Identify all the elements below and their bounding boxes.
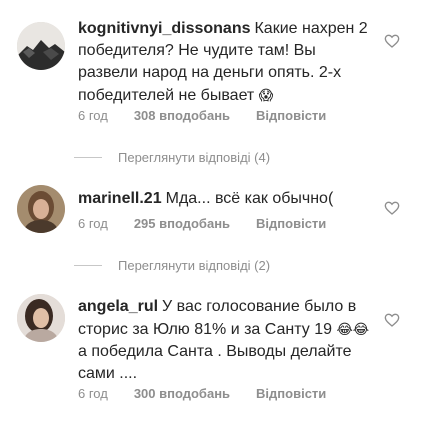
reply-button[interactable]: Відповісти (256, 386, 326, 401)
comment-username[interactable]: marinell.21 (78, 190, 162, 207)
comment-time: 6 год (78, 386, 108, 401)
comment-likes[interactable]: 295 вподобань (134, 216, 230, 231)
person-avatar-icon[interactable] (17, 185, 65, 233)
heart-outline-icon[interactable] (384, 312, 400, 328)
divider (74, 264, 102, 266)
comment-body: angela_rul У вас голосование было в стори… (78, 296, 370, 385)
comment-body: kognitivnyi_dissonans Какие нахрен 2 побе… (78, 18, 370, 107)
view-replies-label: Переглянути відповіді (2) (118, 257, 271, 273)
comment-text: Мда... всё как обычно( (165, 190, 334, 207)
heart-outline-icon[interactable] (384, 33, 400, 49)
comment-meta: 6 год 295 вподобань Відповісти (78, 216, 352, 231)
comment-likes[interactable]: 300 вподобань (134, 386, 230, 401)
laughing-emoji-icon: 😂😂 (336, 321, 370, 337)
comment-username[interactable]: kognitivnyi_dissonans (78, 20, 250, 37)
person-avatar-icon[interactable] (17, 294, 65, 342)
comment-body: marinell.21 Мда... всё как обычно( (78, 188, 370, 210)
comment-text: а победила Санта . Выводы делайте сами .… (78, 343, 352, 382)
comment-meta: 6 год 300 вподобань Відповісти (78, 386, 352, 401)
view-replies-button[interactable]: Переглянути відповіді (2) (74, 257, 270, 273)
reply-button[interactable]: Відповісти (256, 216, 326, 231)
comment-username[interactable]: angela_rul (78, 298, 158, 315)
heart-outline-icon[interactable] (384, 200, 400, 216)
scream-emoji-icon: 😱 (258, 87, 274, 103)
comment-time: 6 год (78, 108, 108, 123)
comment-meta: 6 год 308 вподобань Відповісти (78, 108, 352, 123)
landscape-avatar-icon[interactable] (17, 22, 65, 70)
comment-time: 6 год (78, 216, 108, 231)
divider (74, 156, 102, 158)
reply-button[interactable]: Відповісти (256, 108, 326, 123)
view-replies-button[interactable]: Переглянути відповіді (4) (74, 149, 270, 165)
view-replies-label: Переглянути відповіді (4) (118, 149, 271, 165)
comment-likes[interactable]: 308 вподобань (134, 108, 230, 123)
